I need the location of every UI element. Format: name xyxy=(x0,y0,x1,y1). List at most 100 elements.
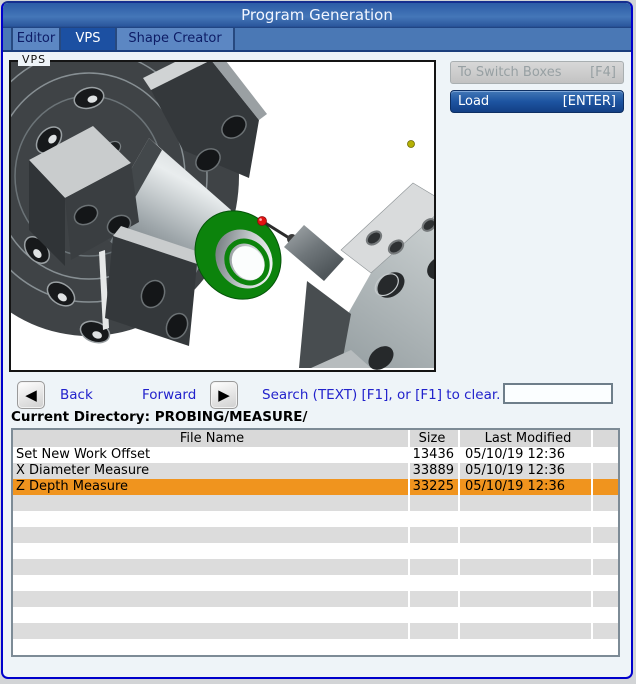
forward-icon: ▶ xyxy=(218,388,230,403)
scrollbar-cell xyxy=(593,479,618,495)
vps-group-label: VPS xyxy=(18,53,50,66)
table-row-empty[interactable] xyxy=(13,559,618,575)
back-icon: ◀ xyxy=(25,388,37,403)
current-directory: Current Directory: PROBING/MEASURE/ xyxy=(11,409,307,425)
table-row-empty[interactable] xyxy=(13,591,618,607)
window-titlebar: Program Generation xyxy=(3,3,631,28)
empty-cell xyxy=(593,543,618,559)
file-table-header: File Name Size Last Modified xyxy=(13,430,618,447)
empty-cell xyxy=(593,623,618,639)
forward-label: Forward xyxy=(142,387,196,403)
tab-editor[interactable]: Editor xyxy=(11,28,61,50)
column-header-scrollbar xyxy=(593,430,618,447)
scrollbar-cell xyxy=(593,447,618,463)
empty-cell xyxy=(460,527,591,543)
table-row-empty[interactable] xyxy=(13,575,618,591)
program-generation-window: Program Generation Editor VPS Shape Crea… xyxy=(1,1,633,679)
vps-preview-image xyxy=(11,62,434,370)
table-row-empty[interactable] xyxy=(13,623,618,639)
empty-cell xyxy=(13,575,408,591)
file-modified-cell: 05/10/19 12:36 xyxy=(460,447,591,463)
file-name-cell: X Diameter Measure xyxy=(13,463,408,479)
search-hint: Search (TEXT) [F1], or [F1] to clear. xyxy=(262,387,500,403)
empty-cell xyxy=(13,591,408,607)
nozzle-dot xyxy=(408,141,415,148)
empty-cell xyxy=(410,639,458,655)
current-directory-path: PROBING/MEASURE/ xyxy=(155,409,308,425)
table-row-empty[interactable] xyxy=(13,495,618,511)
empty-cell xyxy=(460,495,591,511)
file-table: File Name Size Last Modified Set New Wor… xyxy=(11,428,620,657)
empty-cell xyxy=(410,495,458,511)
screen: Program Generation Editor VPS Shape Crea… xyxy=(0,0,636,684)
back-button[interactable]: ◀ xyxy=(17,381,45,409)
load-button[interactable]: Load [ENTER] xyxy=(450,90,624,113)
empty-cell xyxy=(593,527,618,543)
tab-vps[interactable]: VPS xyxy=(61,28,117,50)
file-size-cell: 13436 xyxy=(410,447,458,463)
table-row-empty[interactable] xyxy=(13,511,618,527)
empty-cell xyxy=(13,607,408,623)
column-header-last-modified: Last Modified xyxy=(460,430,591,447)
page-title: Program Generation xyxy=(241,6,393,24)
column-header-file-name: File Name xyxy=(13,430,408,447)
load-key: [ENTER] xyxy=(563,94,616,109)
empty-cell xyxy=(593,511,618,527)
back-label: Back xyxy=(60,387,93,403)
switch-boxes-label: To Switch Boxes xyxy=(458,65,561,80)
empty-cell xyxy=(460,623,591,639)
table-row[interactable]: X Diameter Measure 33889 05/10/19 12:36 xyxy=(13,463,618,479)
probe-tip-red xyxy=(258,217,267,226)
vps-group xyxy=(9,60,436,372)
empty-cell xyxy=(13,559,408,575)
file-size-cell: 33225 xyxy=(410,479,458,495)
empty-cell xyxy=(410,607,458,623)
empty-cell xyxy=(410,559,458,575)
empty-cell xyxy=(593,495,618,511)
empty-cell xyxy=(460,543,591,559)
empty-cell xyxy=(410,591,458,607)
empty-cell xyxy=(13,495,408,511)
empty-cell xyxy=(13,511,408,527)
current-directory-label: Current Directory: xyxy=(11,409,150,425)
forward-button[interactable]: ▶ xyxy=(210,381,238,409)
empty-cell xyxy=(13,623,408,639)
file-name-cell: Set New Work Offset xyxy=(13,447,408,463)
empty-cell xyxy=(13,543,408,559)
scrollbar-cell xyxy=(593,463,618,479)
empty-cell xyxy=(460,511,591,527)
column-header-size: Size xyxy=(410,430,458,447)
empty-cell xyxy=(410,543,458,559)
empty-cell xyxy=(13,527,408,543)
tab-bar: Editor VPS Shape Creator xyxy=(3,28,631,52)
search-input[interactable] xyxy=(503,383,613,404)
empty-cell xyxy=(410,575,458,591)
file-table-body: Set New Work Offset 13436 05/10/19 12:36… xyxy=(13,447,618,655)
empty-cell xyxy=(460,559,591,575)
tab-shape-creator[interactable]: Shape Creator xyxy=(117,28,235,50)
file-modified-cell: 05/10/19 12:36 xyxy=(460,479,591,495)
empty-cell xyxy=(410,511,458,527)
load-label: Load xyxy=(458,94,489,109)
empty-cell xyxy=(460,639,591,655)
switch-boxes-button[interactable]: To Switch Boxes [F4] xyxy=(450,61,624,84)
switch-boxes-key: [F4] xyxy=(590,65,616,80)
table-row-empty[interactable] xyxy=(13,607,618,623)
table-row[interactable]: Set New Work Offset 13436 05/10/19 12:36 xyxy=(13,447,618,463)
empty-cell xyxy=(460,575,591,591)
file-modified-cell: 05/10/19 12:36 xyxy=(460,463,591,479)
table-row-empty[interactable] xyxy=(13,543,618,559)
file-size-cell: 33889 xyxy=(410,463,458,479)
table-row-selected[interactable]: Z Depth Measure 33225 05/10/19 12:36 xyxy=(13,479,618,495)
empty-cell xyxy=(593,575,618,591)
empty-cell xyxy=(593,607,618,623)
file-name-cell: Z Depth Measure xyxy=(13,479,408,495)
empty-cell xyxy=(13,639,408,655)
table-row-empty[interactable] xyxy=(13,639,618,655)
table-row-empty[interactable] xyxy=(13,527,618,543)
empty-cell xyxy=(460,591,591,607)
empty-cell xyxy=(593,591,618,607)
empty-cell xyxy=(410,527,458,543)
empty-cell xyxy=(593,559,618,575)
empty-cell xyxy=(460,607,591,623)
